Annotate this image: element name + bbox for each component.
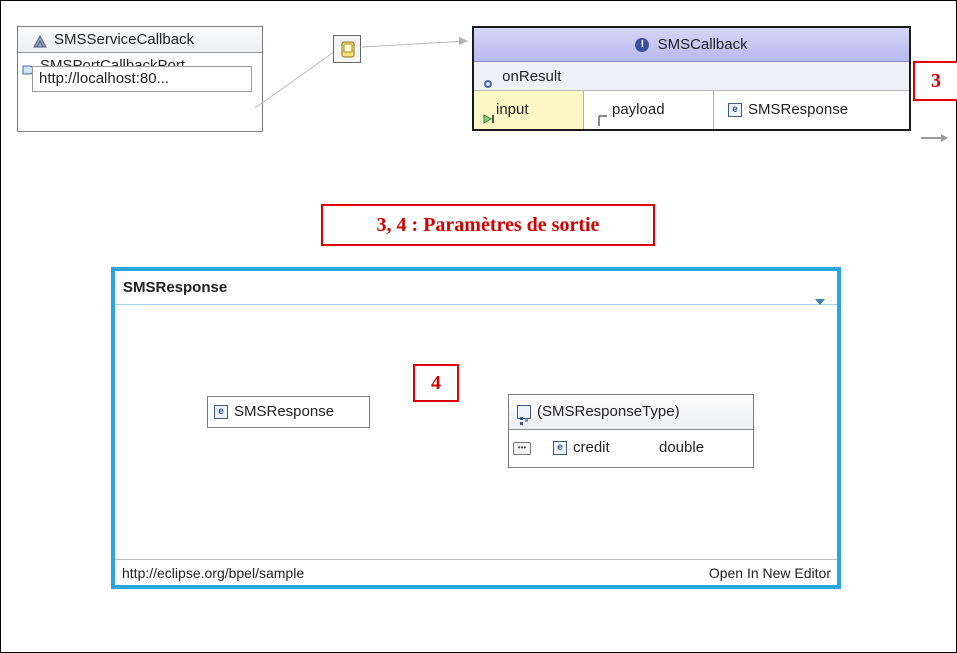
input-cell[interactable]: input [474, 91, 584, 129]
element-icon: e [214, 405, 228, 420]
schema-element-name: SMSResponse [234, 403, 335, 420]
panel-menu-chevron-icon[interactable] [815, 285, 825, 305]
open-in-new-editor-link[interactable]: Open In New Editor [709, 560, 831, 586]
schema-panel-title: SMSResponse [123, 279, 228, 296]
child-element-type: double [659, 439, 705, 456]
annotation-output-params: 3, 4 : Paramètres de sortie [321, 204, 655, 246]
schema-type-name: (SMSResponseType) [537, 403, 680, 420]
operation-row[interactable]: onResult [474, 62, 909, 91]
element-cell[interactable]: e SMSResponse [714, 91, 909, 129]
callback-header: I SMSCallback [474, 28, 909, 62]
callback-title: SMSCallback [657, 36, 748, 53]
element-icon: e [728, 103, 742, 118]
part-cell[interactable]: payload [584, 91, 714, 129]
schema-panel-header: SMSResponse [115, 271, 837, 305]
annotation-badge-3: 3 [913, 61, 957, 101]
operation-gear-icon [482, 71, 494, 89]
operation-name: onResult [502, 68, 562, 85]
schema-type-box[interactable]: (SMSResponseType) ••• e credit double [508, 394, 754, 468]
part-icon [598, 104, 608, 126]
annotation-badge-3-text: 3 [931, 70, 941, 92]
annotation-output-params-text: 3, 4 : Paramètres de sortie [376, 214, 600, 236]
sequence-icon: ••• [513, 442, 531, 455]
message-row: input payload e SMSResponse [474, 91, 909, 129]
callback-interface-box[interactable]: I SMSCallback onResult input payload e SM… [472, 26, 911, 131]
child-element-icon: e [553, 441, 567, 456]
schema-panel-footer: http://eclipse.org/bpel/sample Open In N… [115, 559, 837, 585]
namespace-label: http://eclipse.org/bpel/sample [122, 565, 305, 581]
schema-panel[interactable]: SMSResponse 4 e SMSResponse (SMSResponseT… [111, 267, 841, 589]
complex-type-icon [517, 405, 531, 426]
part-label: payload [612, 101, 665, 118]
schema-type-header: (SMSResponseType) [509, 395, 753, 430]
annotation-badge-4: 4 [413, 364, 459, 402]
schema-element-box[interactable]: e SMSResponse [207, 396, 370, 428]
input-label: input [496, 101, 529, 118]
schema-child-row[interactable]: ••• e credit double [509, 430, 753, 468]
element-label: SMSResponse [748, 101, 849, 118]
interface-icon: I [635, 38, 650, 53]
child-element-name: credit [573, 439, 610, 456]
schema-child-element: e credit [553, 430, 610, 466]
annotation-badge-4-text: 4 [431, 372, 441, 394]
partner-link-icon[interactable] [333, 35, 361, 63]
input-arrow-icon [482, 103, 496, 124]
